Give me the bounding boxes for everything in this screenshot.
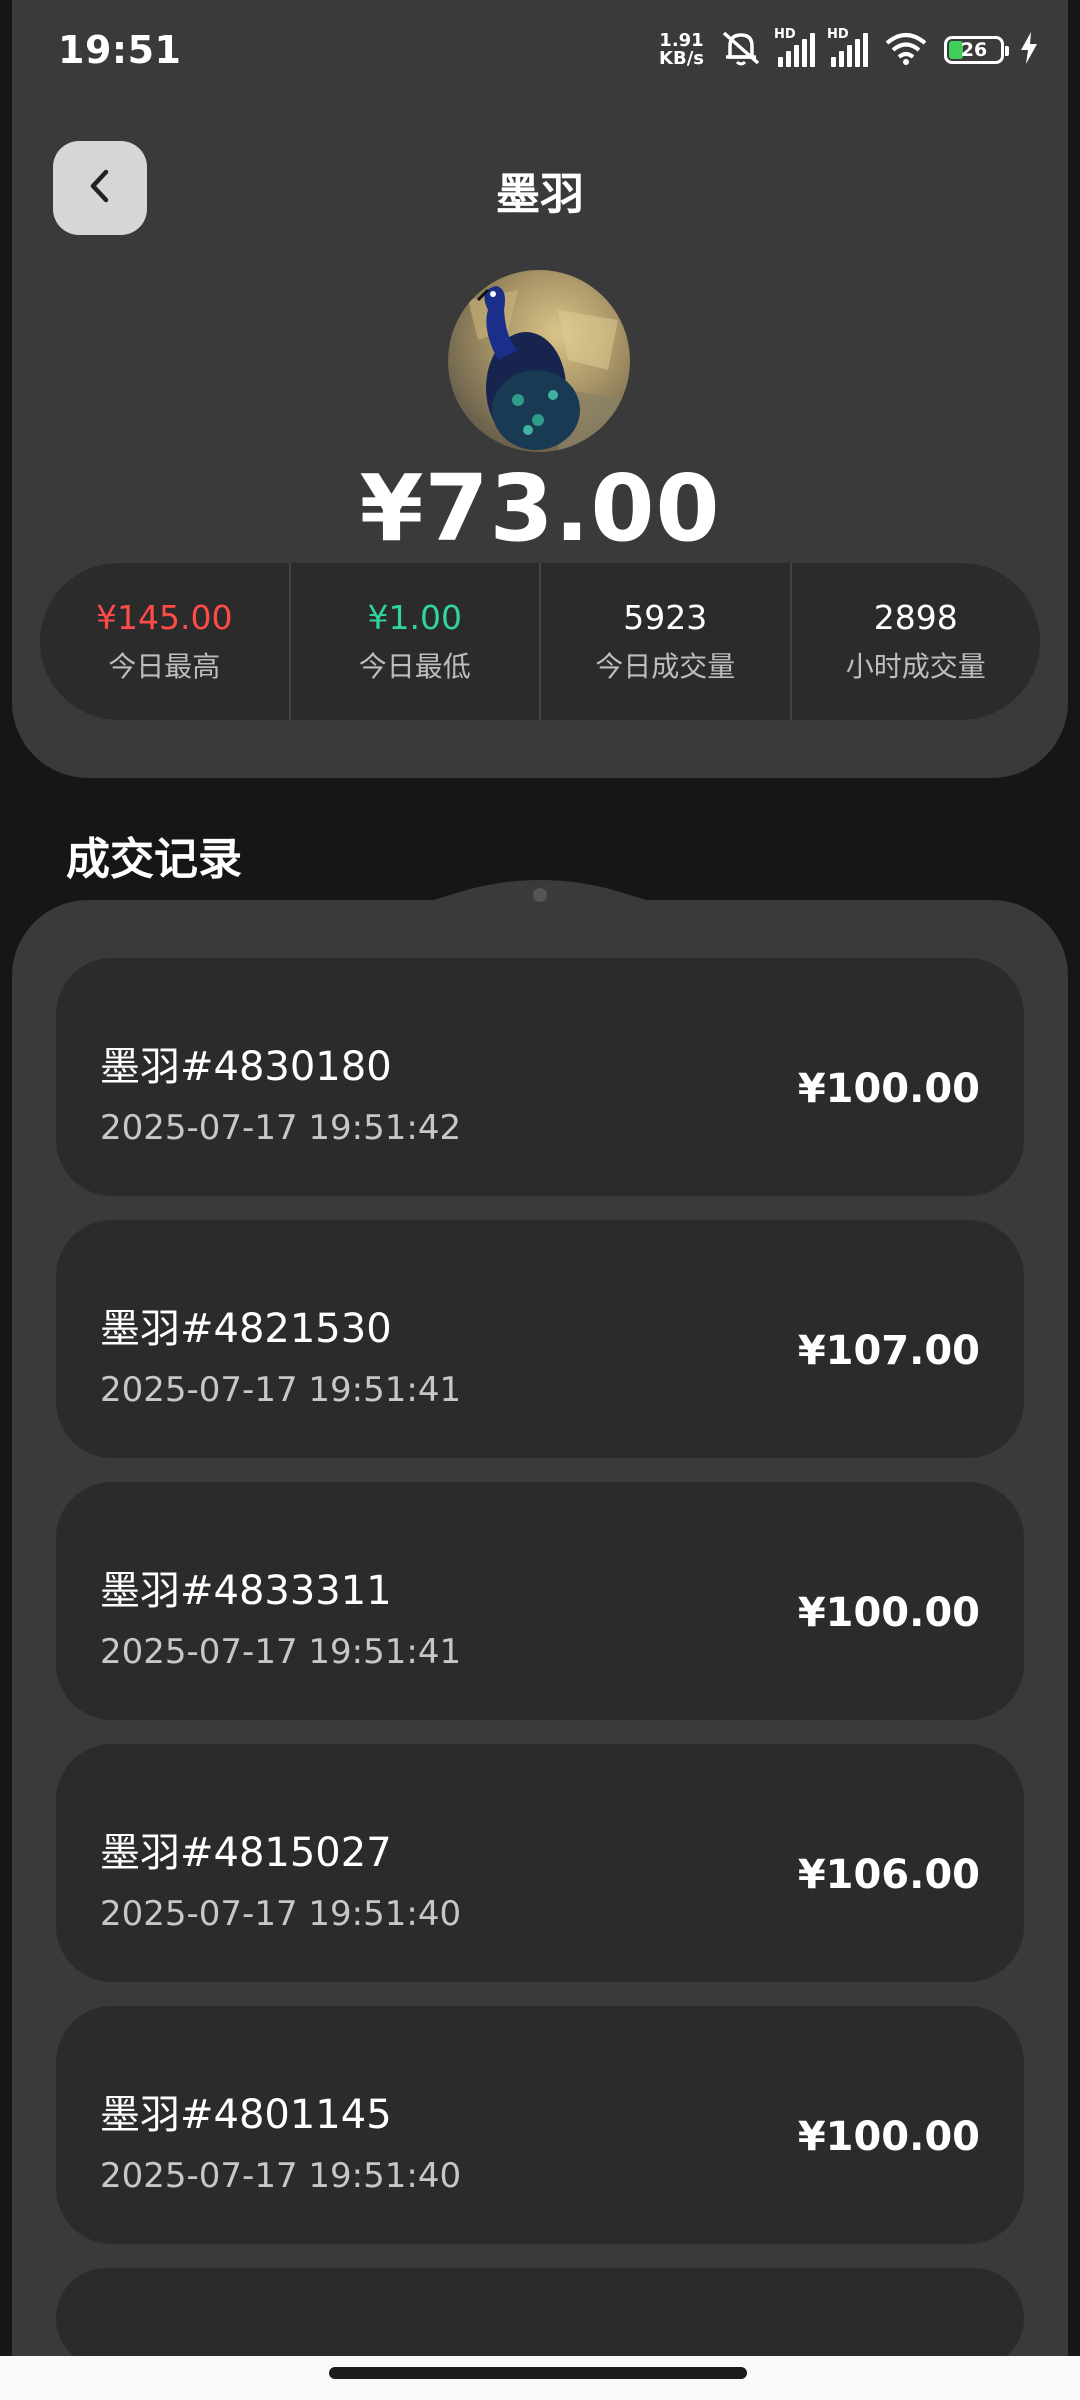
network-speed-unit: KB/s: [659, 48, 704, 69]
records-section-title: 成交记录: [66, 834, 242, 885]
home-indicator[interactable]: [329, 2367, 747, 2379]
status-time: 19:51: [58, 28, 182, 72]
trade-record-partial[interactable]: [56, 2268, 1024, 2368]
stat-label: 小时成交量: [845, 650, 986, 683]
record-time: 2025-07-17 19:51:40: [100, 1894, 462, 1934]
collection-avatar: [448, 270, 630, 452]
stat-value: 2898: [873, 598, 958, 637]
trade-record[interactable]: 墨羽#4815027 2025-07-17 19:51:40 ¥106.00: [56, 1744, 1024, 1982]
stat-value: ¥145.00: [96, 598, 233, 637]
record-price: ¥100.00: [797, 2114, 980, 2160]
page-title: 墨羽: [496, 169, 584, 220]
wifi-icon: [884, 31, 928, 69]
stat-hour-volume: 2898 小时成交量: [792, 563, 1041, 720]
record-name: 墨羽#4830180: [100, 1044, 392, 1090]
record-price: ¥107.00: [797, 1328, 980, 1374]
record-name: 墨羽#4821530: [100, 1306, 392, 1352]
signal-icon-sim2: HD: [827, 27, 868, 67]
record-name: 墨羽#4815027: [100, 1830, 392, 1876]
stat-value: 5923: [623, 598, 708, 637]
trade-record[interactable]: 墨羽#4833311 2025-07-17 19:51:41 ¥100.00: [56, 1482, 1024, 1720]
current-price: ¥73.00: [359, 455, 721, 562]
stat-today-high: ¥145.00 今日最高: [40, 563, 291, 720]
record-time: 2025-07-17 19:51:41: [100, 1370, 462, 1410]
panel-notch: [330, 880, 750, 955]
record-name: 墨羽#4833311: [100, 1568, 392, 1614]
record-name: 墨羽#4801145: [100, 2092, 392, 2138]
record-time: 2025-07-17 19:51:42: [100, 1108, 462, 1148]
charging-icon: [1020, 32, 1038, 68]
stat-today-volume: 5923 今日成交量: [541, 563, 792, 720]
trade-record[interactable]: 墨羽#4830180 2025-07-17 19:51:42 ¥100.00: [56, 958, 1024, 1196]
record-time: 2025-07-17 19:51:41: [100, 1632, 462, 1672]
record-price: ¥100.00: [797, 1590, 980, 1636]
stat-label: 今日成交量: [595, 650, 736, 683]
battery-icon: 26: [944, 36, 1009, 64]
mute-alarm-icon: [720, 29, 762, 71]
record-price: ¥106.00: [797, 1852, 980, 1898]
stat-today-low: ¥1.00 今日最低: [291, 563, 541, 720]
stat-label: 今日最低: [358, 650, 471, 683]
record-price: ¥100.00: [797, 1066, 980, 1112]
stat-value: ¥1.00: [367, 598, 462, 637]
network-speed: 1.91 KB/s: [659, 32, 704, 68]
signal-icon-sim1: HD: [774, 27, 815, 67]
stat-label: 今日最高: [108, 650, 221, 683]
record-time: 2025-07-17 19:51:40: [100, 2156, 462, 2196]
trade-record[interactable]: 墨羽#4801145 2025-07-17 19:51:40 ¥100.00: [56, 2006, 1024, 2244]
status-icons: 1.91 KB/s HD HD 26: [659, 27, 1038, 71]
trade-record[interactable]: 墨羽#4821530 2025-07-17 19:51:41 ¥107.00: [56, 1220, 1024, 1458]
drag-handle[interactable]: [533, 888, 547, 902]
price-stats: ¥145.00 今日最高 ¥1.00 今日最低 5923 今日成交量 2898 …: [40, 563, 1040, 720]
status-bar: 19:51 1.91 KB/s HD HD 26: [0, 0, 1080, 100]
